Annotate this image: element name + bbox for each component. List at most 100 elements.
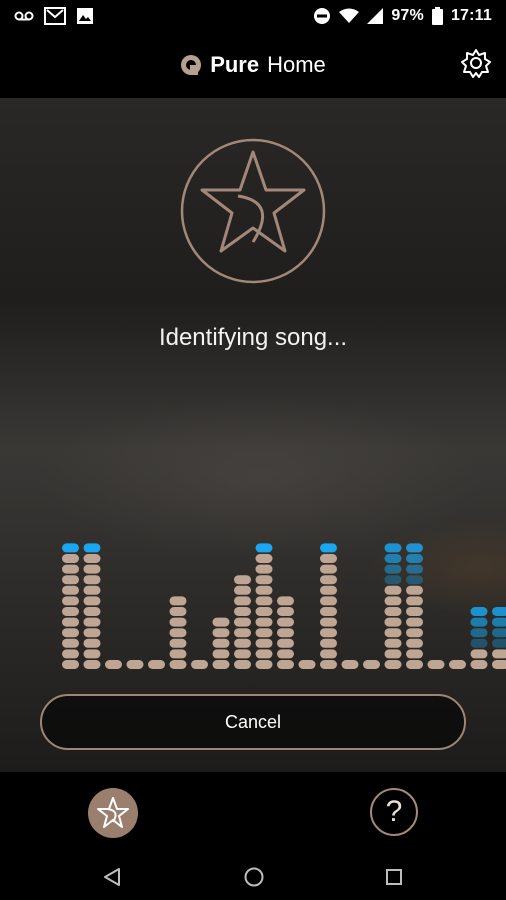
meter-dot [255, 554, 273, 563]
home-button[interactable] [240, 863, 268, 891]
meter-dot [255, 660, 273, 669]
do-not-disturb-icon [314, 8, 331, 24]
meter-dot [384, 660, 402, 669]
meter-dot [62, 638, 79, 648]
meter-dot [277, 628, 294, 638]
meter-dot [83, 564, 101, 574]
meter-dot [83, 660, 101, 669]
meter-dot [255, 607, 273, 616]
star-identify-icon [97, 797, 129, 828]
meter-dot [255, 564, 273, 574]
meter-dot [384, 575, 402, 585]
meter-dot [169, 638, 187, 648]
meter-dot [384, 617, 402, 627]
clock: 17:11 [450, 7, 492, 24]
meter-dot [406, 564, 423, 574]
meter-dot [277, 607, 294, 616]
meter-dot [191, 660, 208, 669]
cancel-button[interactable]: Cancel [40, 694, 466, 750]
home-icon [244, 867, 264, 887]
meter-dot [62, 660, 79, 669]
meter-dot [83, 628, 101, 638]
pure-logo-icon [181, 55, 202, 75]
meter-dot [212, 617, 230, 627]
back-button[interactable] [98, 863, 126, 891]
status-text: Identifying song... [158, 324, 348, 351]
notification-icons [14, 7, 94, 25]
meter-dot [384, 596, 402, 606]
app-bar: Pure Home [0, 32, 506, 98]
meter-dot [320, 543, 337, 553]
meter-dot [234, 596, 251, 606]
meter-dot [492, 607, 506, 616]
meter-dot [83, 617, 101, 627]
meter-dot [234, 585, 251, 595]
meter-dot [83, 554, 101, 563]
meter-dot [62, 554, 79, 563]
meter-dot [406, 628, 423, 638]
meter-dot [212, 649, 230, 659]
meter-dot [255, 585, 273, 595]
tab-help[interactable]: ? [370, 788, 418, 836]
meter-dot [277, 649, 294, 659]
meter-dot [320, 585, 337, 595]
recents-button[interactable] [380, 863, 408, 891]
meter-dot [83, 585, 101, 595]
meter-dot [234, 575, 251, 585]
meter-dot [234, 660, 251, 669]
star-listen-icon [180, 138, 326, 284]
back-icon [104, 868, 120, 886]
meter-dot [320, 596, 337, 606]
app-title-product: Home [267, 52, 326, 77]
meter-dot [470, 628, 488, 638]
meter-dot [83, 543, 101, 553]
meter-dot [212, 628, 230, 638]
meter-dot [320, 607, 337, 616]
meter-dot [384, 638, 402, 648]
meter-dot [384, 649, 402, 659]
meter-dot [255, 575, 273, 585]
meter-dot [320, 554, 337, 563]
meter-dot [492, 649, 506, 659]
meter-dot [62, 617, 79, 627]
meter-dot [320, 564, 337, 574]
settings-button[interactable] [458, 45, 494, 81]
app-title: Pure Home [180, 52, 326, 78]
meter-dot [126, 660, 144, 669]
tab-identify[interactable] [88, 788, 138, 838]
meter-dot [62, 607, 79, 616]
meter-dot [406, 660, 423, 669]
meter-dot [384, 585, 402, 595]
meter-dot [406, 607, 423, 616]
meter-dot [277, 660, 294, 669]
meter-dot [384, 564, 402, 574]
meter-dot [320, 649, 337, 659]
meter-dot [449, 660, 466, 669]
meter-dot [169, 596, 187, 606]
meter-dot [169, 628, 187, 638]
meter-dot [62, 596, 79, 606]
meter-dot [470, 617, 488, 627]
meter-dot [406, 596, 423, 606]
meter-dot [384, 554, 402, 563]
meter-dot [83, 575, 101, 585]
meter-dot [384, 607, 402, 616]
meter-dot [470, 649, 488, 659]
meter-dot [169, 617, 187, 627]
meter-dot [470, 660, 488, 669]
meter-dot [83, 649, 101, 659]
meter-dot [492, 660, 506, 669]
meter-dot [320, 660, 337, 669]
meter-dot [62, 649, 79, 659]
meter-dot [406, 585, 423, 595]
meter-dot [212, 660, 230, 669]
recents-icon [386, 869, 402, 885]
system-status-icons: 97% 17:11 [313, 7, 492, 25]
meter-dot [234, 607, 251, 616]
meter-dot [255, 596, 273, 606]
meter-dot [277, 638, 294, 648]
audio-level-meter [62, 543, 506, 669]
meter-dot [62, 585, 79, 595]
signal-icon [367, 8, 384, 24]
settings-gear-icon [461, 49, 491, 78]
